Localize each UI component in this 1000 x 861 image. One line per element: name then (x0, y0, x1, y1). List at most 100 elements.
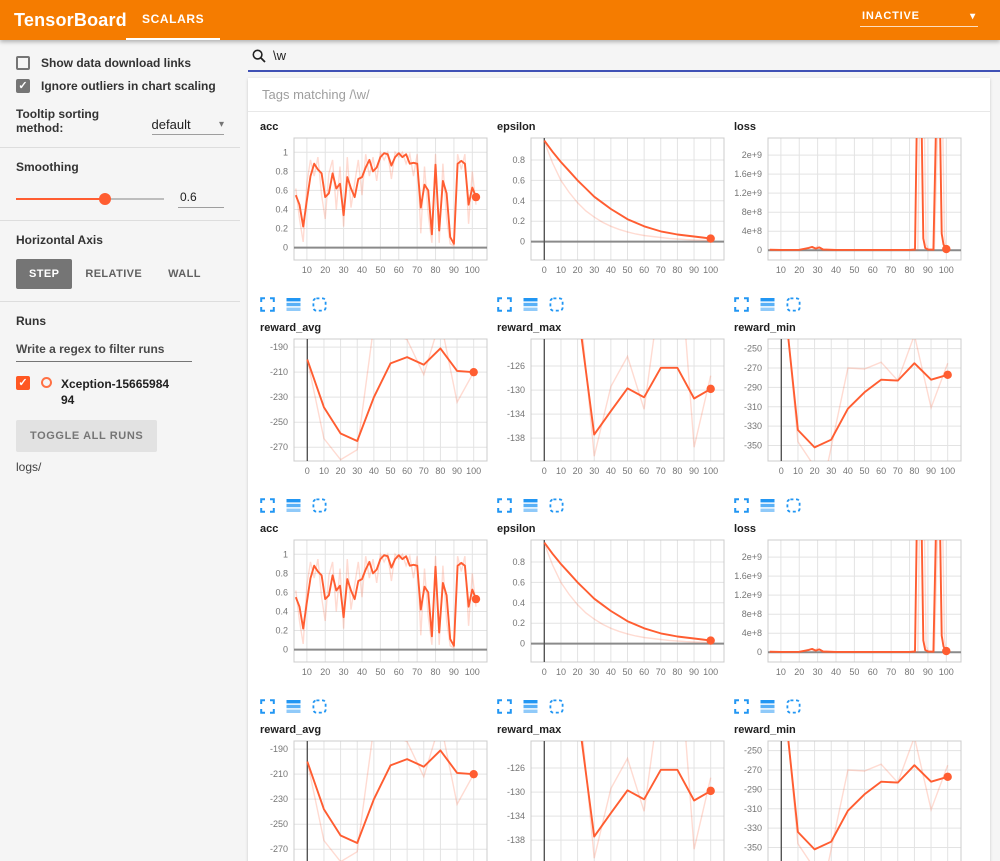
svg-text:-270: -270 (270, 844, 288, 854)
tooltip-sort-value: default (152, 117, 191, 132)
chart-plot-loss[interactable]: 10203040506070809010004e+88e+81.2e+91.6e… (732, 133, 965, 288)
svg-text:-310: -310 (744, 804, 762, 814)
svg-text:30: 30 (589, 667, 599, 677)
svg-text:1: 1 (283, 549, 288, 559)
log-scale-icon[interactable] (523, 498, 538, 513)
search-icon (252, 49, 266, 63)
chart-plot-acc[interactable]: 10203040506070809010000.20.40.60.81 (258, 535, 491, 690)
svg-text:0: 0 (305, 466, 310, 476)
svg-text:0: 0 (757, 647, 762, 657)
svg-text:40: 40 (369, 466, 379, 476)
expand-icon[interactable] (497, 498, 512, 513)
fit-domain-icon[interactable] (549, 297, 564, 312)
svg-text:20: 20 (573, 466, 583, 476)
expand-icon[interactable] (734, 699, 749, 714)
fit-domain-icon[interactable] (312, 297, 327, 312)
svg-text:8e+8: 8e+8 (742, 207, 762, 217)
smoothing-value-input[interactable]: 0.6 (178, 190, 224, 208)
svg-text:0.8: 0.8 (512, 155, 525, 165)
show-download-links-checkbox[interactable]: Show data download links (16, 56, 224, 70)
svg-text:30: 30 (813, 265, 823, 275)
svg-text:-310: -310 (744, 402, 762, 412)
log-scale-icon[interactable] (286, 297, 301, 312)
smoothing-slider[interactable] (16, 198, 164, 200)
svg-text:40: 40 (606, 265, 616, 275)
log-scale-icon[interactable] (523, 699, 538, 714)
log-scale-icon[interactable] (760, 699, 775, 714)
log-scale-icon[interactable] (286, 699, 301, 714)
axis-button-relative[interactable]: RELATIVE (72, 259, 155, 289)
svg-text:0.2: 0.2 (275, 224, 288, 234)
chart-card-reward_min: reward_min0102030405060708090100-250-270… (732, 721, 965, 861)
svg-text:-230: -230 (270, 794, 288, 804)
svg-text:0.8: 0.8 (275, 166, 288, 176)
expand-icon[interactable] (260, 699, 275, 714)
svg-text:50: 50 (859, 466, 869, 476)
tag-filter-bar[interactable]: \w (248, 48, 1000, 72)
svg-text:70: 70 (412, 667, 422, 677)
chart-plot-reward_max[interactable]: 0102030405060708090100-126-130-134-138 (495, 736, 728, 861)
run-color-swatch[interactable] (41, 377, 52, 388)
svg-text:20: 20 (573, 667, 583, 677)
tab-scalars[interactable]: SCALARS (126, 0, 220, 40)
svg-text:2e+9: 2e+9 (742, 150, 762, 160)
fit-domain-icon[interactable] (549, 699, 564, 714)
expand-icon[interactable] (734, 498, 749, 513)
toggle-all-runs-button[interactable]: TOGGLE ALL RUNS (16, 420, 157, 452)
svg-text:40: 40 (831, 667, 841, 677)
chart-plot-epsilon[interactable]: 010203040506070809010000.20.40.60.8 (495, 535, 728, 690)
chart-card-reward_max: reward_max0102030405060708090100-126-130… (495, 319, 728, 516)
axis-button-wall[interactable]: WALL (155, 259, 214, 289)
svg-text:50: 50 (849, 265, 859, 275)
slider-handle[interactable] (99, 193, 111, 205)
fit-domain-icon[interactable] (312, 699, 327, 714)
svg-text:90: 90 (452, 466, 462, 476)
svg-text:-126: -126 (507, 763, 525, 773)
chart-plot-reward_avg[interactable]: 0102030405060708090100-190-210-230-250-2… (258, 334, 491, 489)
chart-card-reward_avg: reward_avg0102030405060708090100-190-210… (258, 319, 491, 516)
chart-plot-epsilon[interactable]: 010203040506070809010000.20.40.60.8 (495, 133, 728, 288)
runs-filter-input[interactable] (16, 340, 192, 362)
axis-button-step[interactable]: STEP (16, 259, 72, 289)
svg-text:60: 60 (876, 466, 886, 476)
fit-domain-icon[interactable] (786, 498, 801, 513)
expand-icon[interactable] (497, 297, 512, 312)
svg-text:0: 0 (542, 667, 547, 677)
svg-text:90: 90 (923, 265, 933, 275)
fit-domain-icon[interactable] (549, 498, 564, 513)
svg-text:100: 100 (703, 265, 718, 275)
chart-plot-reward_min[interactable]: 0102030405060708090100-250-270-290-310-3… (732, 334, 965, 489)
log-scale-icon[interactable] (286, 498, 301, 513)
svg-text:70: 70 (412, 265, 422, 275)
fit-domain-icon[interactable] (786, 699, 801, 714)
chart-plot-loss[interactable]: 10203040506070809010004e+88e+81.2e+91.6e… (732, 535, 965, 690)
tooltip-sort-dropdown[interactable]: default ▾ (152, 117, 224, 135)
svg-text:30: 30 (813, 667, 823, 677)
chart-plot-reward_min[interactable]: 0102030405060708090100-250-270-290-310-3… (732, 736, 965, 861)
expand-icon[interactable] (260, 297, 275, 312)
expand-icon[interactable] (497, 699, 512, 714)
chart-plot-reward_max[interactable]: 0102030405060708090100-126-130-134-138 (495, 334, 728, 489)
fit-domain-icon[interactable] (312, 498, 327, 513)
svg-text:100: 100 (939, 265, 954, 275)
expand-icon[interactable] (260, 498, 275, 513)
log-scale-icon[interactable] (760, 498, 775, 513)
log-scale-icon[interactable] (760, 297, 775, 312)
status-dropdown[interactable]: INACTIVE ▾ (860, 8, 978, 27)
expand-icon[interactable] (734, 297, 749, 312)
run-checkbox[interactable]: ✓ (16, 376, 30, 390)
chart-plot-reward_avg[interactable]: 0102030405060708090100-190-210-230-250-2… (258, 736, 491, 861)
ignore-outliers-checkbox[interactable]: ✓ Ignore outliers in chart scaling (16, 79, 224, 93)
chart-card-reward_min: reward_min0102030405060708090100-250-270… (732, 319, 965, 516)
log-scale-icon[interactable] (523, 297, 538, 312)
svg-text:50: 50 (622, 466, 632, 476)
chart-card-epsilon: epsilon010203040506070809010000.20.40.60… (495, 520, 728, 717)
svg-text:100: 100 (465, 265, 480, 275)
svg-text:70: 70 (656, 466, 666, 476)
chart-title: epsilon (495, 520, 728, 535)
svg-text:4e+8: 4e+8 (742, 226, 762, 236)
fit-domain-icon[interactable] (786, 297, 801, 312)
tags-matching-header: Tags matching /\w/ (248, 78, 990, 112)
run-list-item[interactable]: ✓ Xception-1566598494 (16, 376, 224, 408)
chart-plot-acc[interactable]: 10203040506070809010000.20.40.60.81 (258, 133, 491, 288)
